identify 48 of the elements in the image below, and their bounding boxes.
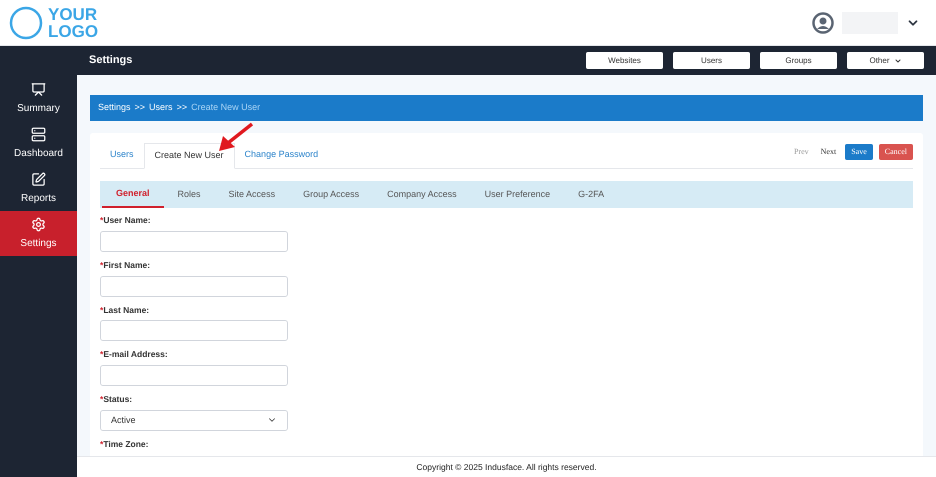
input-field[interactable] [100,230,288,252]
logo-ring-icon [8,4,44,40]
field-label: *User Name: [100,214,152,227]
input-field[interactable] [100,365,288,386]
breadcrumb-item[interactable]: >> [134,101,146,115]
field-label: *First Name: [100,258,152,272]
dropdown-button[interactable]: Other [847,52,924,69]
tab[interactable]: Change Password [234,142,328,168]
nav-button[interactable]: Users [673,52,750,69]
field-label: *Status: [100,393,134,406]
subtab[interactable]: Group Access [289,181,374,208]
tab[interactable]: Create New User [144,143,235,169]
sidebar-item[interactable]: Reports [0,166,77,211]
nav-button[interactable]: Websites [586,52,663,69]
sidebar-item[interactable]: Summary [0,76,77,121]
settings-icon [31,216,46,232]
sidebar-item[interactable]: Dashboard [0,121,77,166]
input-field[interactable] [100,276,288,296]
nav-button[interactable]: Groups [760,52,837,69]
sidebar-item[interactable]: Settings [0,211,77,256]
chart-board-icon [31,82,46,96]
subtab[interactable]: Company Access [373,181,471,208]
tab[interactable]: Users [100,142,144,168]
save-button[interactable]: Save [845,144,873,160]
edit-icon [31,172,46,186]
cancel-button[interactable]: Cancel [878,144,913,160]
field-label: *E-mail Address: [100,348,169,361]
pager-link[interactable]: Next [818,146,840,158]
avatar-icon[interactable] [812,12,834,34]
subtab[interactable]: Roles [164,181,215,208]
logo-text: YOUR [48,6,98,22]
breadcrumb-item[interactable]: Users [149,101,173,115]
server-stack-icon [31,126,46,142]
breadcrumb-item[interactable]: >> [176,101,188,115]
caret-icon [894,56,902,64]
page-title: Settings [89,53,132,68]
field-label: *Time Zone: [100,438,150,450]
copyright-text: Copyright © 2025 Indusface. All rights reserved. [416,460,597,474]
breadcrumb-item[interactable]: Settings [98,101,131,115]
subtab[interactable]: Site Access [214,181,290,208]
logo-text: LOGO [48,22,98,40]
breadcrumb-item: Create New User [191,101,260,114]
input-field[interactable] [100,320,288,342]
subtab[interactable]: General [102,181,164,208]
field-label: *Last Name: [100,304,150,316]
select-field[interactable]: Active [100,410,288,431]
subtab[interactable]: G-2FA [564,181,618,208]
subtab[interactable]: User Preference [470,181,564,208]
